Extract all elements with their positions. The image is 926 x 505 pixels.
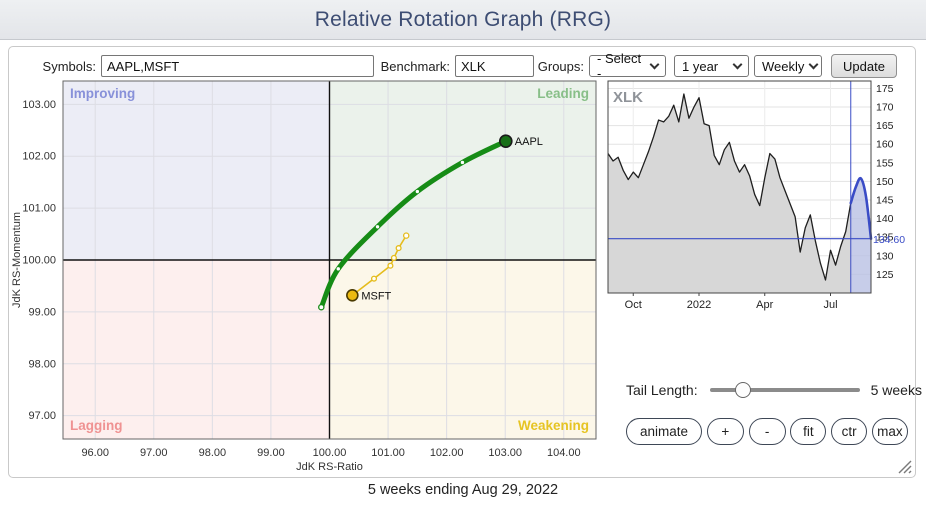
svg-text:165: 165 (876, 120, 894, 132)
chevron-down-icon (650, 59, 660, 69)
svg-text:Jul: Jul (823, 299, 837, 311)
svg-text:102.00: 102.00 (430, 447, 464, 459)
groups-label: Groups: (534, 59, 589, 74)
chevron-down-icon (733, 59, 743, 69)
svg-text:103.00: 103.00 (22, 99, 56, 111)
svg-text:125: 125 (876, 269, 894, 281)
slider-track[interactable] (710, 388, 860, 392)
svg-text:150: 150 (876, 176, 894, 188)
svg-text:102.00: 102.00 (22, 151, 56, 163)
app-header: Relative Rotation Graph (RRG) (0, 0, 926, 40)
svg-text:AAPL: AAPL (515, 136, 543, 148)
rrg-chart[interactable]: Improving Leading Lagging Weakening 96.00 97.… (9, 75, 609, 479)
footer-caption: 5 weeks ending Aug 29, 2022 (0, 482, 926, 498)
svg-text:Improving: Improving (70, 86, 135, 101)
svg-text:97.00: 97.00 (140, 447, 168, 459)
svg-text:97.00: 97.00 (28, 410, 56, 422)
svg-text:98.00: 98.00 (28, 358, 56, 370)
max-button[interactable]: max (872, 418, 908, 445)
tail-length-row: Tail Length: 5 weeks (626, 379, 910, 401)
fit-button[interactable]: fit (790, 418, 826, 445)
frequency-select[interactable]: Weekly (754, 55, 822, 77)
svg-text:Oct: Oct (625, 299, 642, 311)
tail-length-value: 5 weeks (871, 382, 922, 398)
frequency-select-value: Weekly (762, 59, 804, 74)
svg-text:Lagging: Lagging (70, 418, 123, 433)
svg-text:140: 140 (876, 213, 894, 225)
svg-text:2022: 2022 (687, 299, 711, 311)
svg-text:JdK RS-Ratio: JdK RS-Ratio (296, 461, 363, 473)
zoom-in-button[interactable]: + (707, 418, 744, 445)
benchmark-input[interactable] (455, 55, 534, 77)
zoom-out-button[interactable]: - (749, 418, 786, 445)
chevron-down-icon (809, 59, 819, 69)
tail-length-label: Tail Length: (626, 382, 698, 398)
symbols-input[interactable] (101, 55, 374, 77)
svg-text:175: 175 (876, 83, 894, 95)
svg-text:XLK: XLK (613, 89, 643, 106)
svg-text:Leading: Leading (537, 86, 589, 101)
resize-grip-icon[interactable] (895, 457, 912, 474)
svg-text:JdK RS-Momentum: JdK RS-Momentum (11, 212, 23, 308)
svg-text:130: 130 (876, 250, 894, 262)
svg-text:134.60: 134.60 (873, 234, 905, 246)
svg-text:98.00: 98.00 (199, 447, 227, 459)
groups-select[interactable]: - Select - (589, 55, 666, 77)
svg-text:104.00: 104.00 (547, 447, 581, 459)
svg-text:145: 145 (876, 195, 894, 207)
chart-buttons: animate + - fit ctr max (626, 418, 908, 445)
svg-text:160: 160 (876, 139, 894, 151)
svg-text:99.00: 99.00 (257, 447, 285, 459)
svg-text:Weakening: Weakening (518, 418, 589, 433)
svg-text:100.00: 100.00 (313, 447, 347, 459)
rrg-panel: Symbols: Benchmark: Groups: - Select - 1… (8, 46, 916, 478)
period-select-value: 1 year (682, 59, 718, 74)
svg-text:96.00: 96.00 (81, 447, 109, 459)
svg-text:101.00: 101.00 (22, 203, 56, 215)
tail-length-slider[interactable] (710, 381, 860, 399)
benchmark-label: Benchmark: (374, 59, 455, 74)
animate-button[interactable]: animate (626, 418, 702, 445)
svg-text:100.00: 100.00 (22, 255, 56, 267)
svg-text:99.00: 99.00 (28, 306, 56, 318)
page-title: Relative Rotation Graph (RRG) (315, 8, 611, 32)
slider-handle[interactable] (735, 382, 751, 398)
svg-text:MSFT: MSFT (361, 290, 391, 302)
period-select[interactable]: 1 year (674, 55, 749, 77)
svg-text:170: 170 (876, 102, 894, 114)
svg-text:103.00: 103.00 (488, 447, 522, 459)
symbols-label: Symbols: (9, 59, 101, 74)
svg-text:155: 155 (876, 157, 894, 169)
svg-text:Apr: Apr (756, 299, 773, 311)
center-button[interactable]: ctr (831, 418, 867, 445)
benchmark-chart[interactable]: 125130135140145150155160165170175Oct2022… (606, 75, 906, 325)
svg-text:101.00: 101.00 (371, 447, 405, 459)
